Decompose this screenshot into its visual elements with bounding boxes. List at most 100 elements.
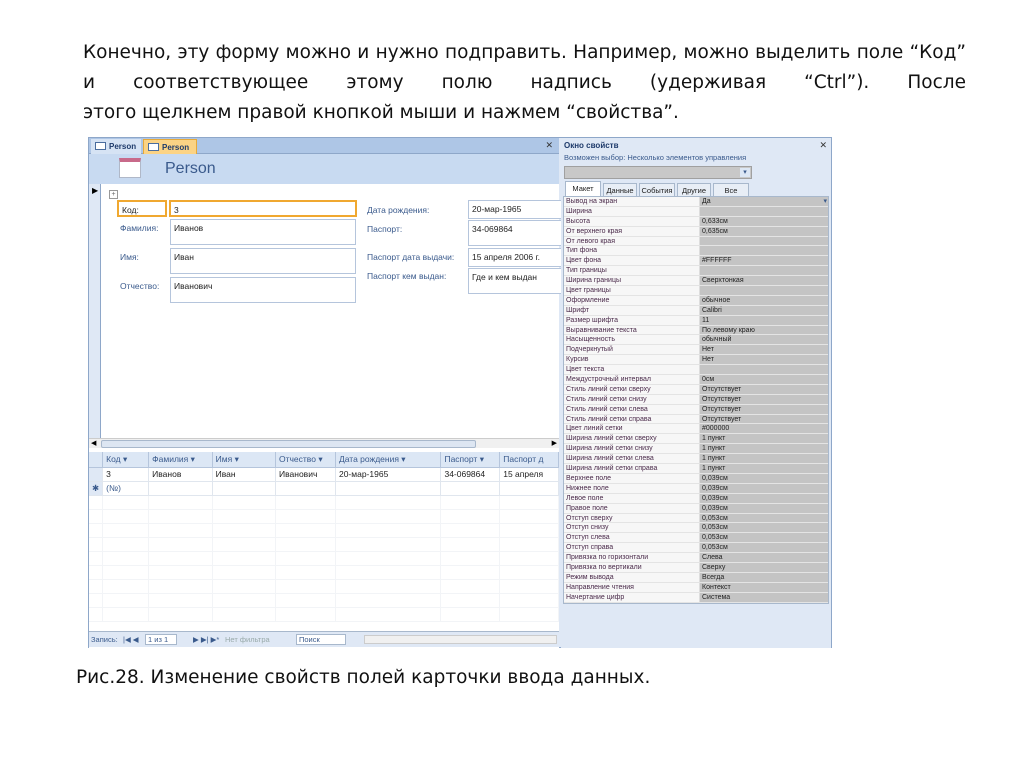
property-row[interactable]: От левого края	[564, 236, 828, 247]
close-icon[interactable]: ✕	[545, 140, 553, 151]
property-row[interactable]: Стиль линий сетки сверху Отсутствует	[564, 384, 828, 395]
tab-person-form[interactable]: Person	[143, 139, 197, 154]
property-value[interactable]: Отсутствует	[700, 384, 828, 394]
property-value[interactable]: Сверхтонкая	[700, 276, 828, 286]
property-row[interactable]: Ширина линий сетки справа 1 пункт	[564, 464, 828, 474]
property-row[interactable]: Привязка по горизонтали Слева	[564, 553, 828, 563]
property-row[interactable]: Подчеркнутый Нет	[564, 345, 828, 356]
select-all-button[interactable]	[89, 452, 104, 468]
property-value[interactable]: 0см	[700, 375, 828, 384]
property-row[interactable]: Размер шрифта 11	[564, 315, 828, 326]
row-selector[interactable]	[89, 467, 104, 482]
scroll-left-icon[interactable]: ◀	[91, 439, 96, 447]
property-value[interactable]: 0,039см	[700, 493, 828, 503]
property-value[interactable]: 0,633см	[700, 216, 828, 226]
property-value[interactable]: По левому краю	[700, 325, 828, 335]
property-value[interactable]: 0,039см	[700, 503, 828, 513]
property-row[interactable]: От верхнего края 0,635см	[564, 226, 828, 237]
property-value[interactable]: 1 пункт	[700, 444, 828, 454]
scrollbar-thumb[interactable]	[101, 440, 476, 448]
property-row[interactable]: Ширина линий сетки слева 1 пункт	[564, 454, 828, 465]
property-row[interactable]: Тип фона	[564, 246, 828, 257]
property-row[interactable]: Цвет границы	[564, 286, 828, 296]
chevron-down-icon[interactable]: ▾	[740, 168, 750, 177]
property-row[interactable]: Высота 0,633см	[564, 216, 828, 227]
property-row[interactable]: Насыщенность обычный	[564, 335, 828, 346]
property-value[interactable]: Нет	[700, 345, 828, 355]
property-value[interactable]	[700, 365, 828, 375]
new-row-placeholder[interactable]: (№)	[102, 481, 150, 496]
tab-person-table[interactable]: Person	[91, 139, 141, 154]
column-header[interactable]: Код ▾	[102, 452, 150, 468]
property-value[interactable]	[700, 246, 828, 256]
passport-field[interactable]: 34-069864	[468, 220, 563, 246]
table-cell[interactable]: 3	[102, 467, 150, 482]
property-row[interactable]: Направление чтения Контекст	[564, 582, 828, 593]
property-value[interactable]: Слева	[700, 553, 828, 562]
record-selector[interactable]: ▶	[89, 184, 101, 438]
property-value[interactable]: Отсутствует	[700, 414, 828, 424]
property-value[interactable]: #FFFFFF	[700, 256, 828, 266]
property-value[interactable]: 11	[700, 315, 828, 325]
property-row[interactable]: Ширина	[564, 206, 828, 217]
property-value[interactable]: #000000	[700, 424, 828, 434]
property-value[interactable]: 0,053см	[700, 543, 828, 553]
column-header[interactable]: Паспорт ▾	[440, 452, 501, 468]
column-header[interactable]: Паспорт д	[499, 452, 559, 468]
tab-all[interactable]: Все	[713, 183, 749, 196]
property-value[interactable]: 1 пункт	[700, 454, 828, 464]
kod-field[interactable]: 3	[169, 200, 357, 217]
table-cell[interactable]: Иван	[212, 467, 277, 482]
property-row[interactable]: Отступ справа 0,053см	[564, 543, 828, 554]
property-value[interactable]	[700, 266, 828, 276]
property-row[interactable]: Режим вывода Всегда	[564, 572, 828, 583]
property-value[interactable]: 0,635см	[700, 226, 828, 236]
property-value[interactable]: Нет	[700, 355, 828, 365]
table-cell[interactable]: 34-069864	[440, 467, 501, 482]
tab-other[interactable]: Другие	[677, 183, 711, 196]
table-cell[interactable]: 15 апреля	[499, 467, 559, 482]
table-cell[interactable]: Иванович	[275, 467, 336, 482]
tab-events[interactable]: События	[639, 183, 675, 196]
first-record-button[interactable]: |◀ ◀	[123, 635, 139, 644]
search-input[interactable]: Поиск	[296, 634, 346, 645]
property-row[interactable]: Начертание цифр Система	[564, 592, 828, 603]
property-value[interactable]	[700, 286, 828, 295]
property-value[interactable]: Сверху	[700, 562, 828, 572]
property-row[interactable]: Курсив Нет	[564, 355, 828, 366]
property-row[interactable]: Привязка по вертикали Сверху	[564, 562, 828, 573]
property-row[interactable]: Верхнее поле 0,039см	[564, 473, 828, 484]
column-header[interactable]: Отчество ▾	[275, 452, 336, 468]
dob-field[interactable]: 20-мар-1965	[468, 200, 563, 219]
property-value[interactable]: Всегда	[700, 572, 828, 582]
property-row[interactable]: Стиль линий сетки справа Отсутствует	[564, 414, 828, 425]
otchestvo-field[interactable]: Иванович	[170, 277, 356, 303]
property-row[interactable]: Тип границы	[564, 266, 828, 277]
property-value[interactable]: 0,053см	[700, 513, 828, 523]
property-row[interactable]: Вывод на экран Да ▾	[564, 197, 828, 207]
chevron-down-icon[interactable]: ▾	[823, 197, 827, 207]
familia-field[interactable]: Иванов	[170, 219, 356, 245]
property-row[interactable]: Правое поле 0,039см	[564, 503, 828, 514]
record-position-input[interactable]: 1 из 1	[145, 634, 177, 645]
tab-layout[interactable]: Макет	[565, 181, 601, 196]
kod-label[interactable]: Код:	[117, 200, 167, 217]
property-value[interactable]	[700, 236, 828, 246]
close-icon[interactable]: ✕	[819, 140, 827, 151]
property-row[interactable]: Левое поле 0,039см	[564, 493, 828, 504]
form-horizontal-scrollbar[interactable]: ◀ ▶	[89, 438, 559, 448]
next-record-button[interactable]: ▶ ▶| ▶*	[193, 635, 219, 644]
column-header[interactable]: Имя ▾	[212, 452, 277, 468]
tab-data[interactable]: Данные	[603, 183, 637, 196]
layout-anchor-icon[interactable]: +	[109, 190, 118, 199]
property-row[interactable]: Стиль линий сетки снизу Отсутствует	[564, 394, 828, 405]
property-row[interactable]: Отступ сверху 0,053см	[564, 513, 828, 524]
property-value[interactable]: обычное	[700, 295, 828, 305]
property-row[interactable]: Цвет фона #FFFFFF	[564, 256, 828, 267]
property-row[interactable]: Ширина линий сетки сверху 1 пункт	[564, 434, 828, 445]
pdate-field[interactable]: 15 апреля 2006 г.	[468, 248, 563, 267]
property-value[interactable]	[700, 206, 828, 216]
property-value[interactable]: Да ▾	[700, 197, 828, 206]
property-row[interactable]: Отступ слева 0,053см	[564, 533, 828, 544]
property-row[interactable]: Нижнее поле 0,039см	[564, 483, 828, 494]
